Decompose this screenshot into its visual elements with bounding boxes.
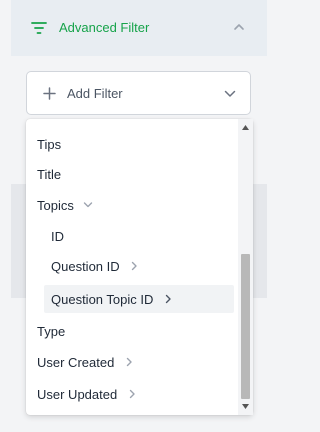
menu-item-tips[interactable]: Tips bbox=[37, 131, 247, 157]
page-title: Advanced Filter bbox=[59, 20, 150, 35]
menu-item-label: Tips bbox=[37, 136, 62, 152]
menu-item-question-topic-id[interactable]: Question Topic ID bbox=[51, 286, 261, 312]
chevron-down-icon bbox=[224, 90, 236, 97]
chevron-right-icon[interactable] bbox=[163, 294, 173, 304]
chevron-up-icon[interactable] bbox=[233, 21, 245, 33]
menu-item-type[interactable]: Type bbox=[37, 318, 247, 344]
menu-item-label: User Created bbox=[37, 354, 115, 370]
menu-item-label: Title bbox=[37, 166, 62, 182]
add-filter-label: Add Filter bbox=[67, 86, 123, 101]
menu-item-label: Type bbox=[37, 323, 66, 339]
menu-item-user-created[interactable]: User Created bbox=[37, 349, 247, 375]
chevron-right-icon[interactable] bbox=[127, 389, 137, 399]
menu-item-label: Question Topic ID bbox=[51, 291, 154, 307]
advanced-filter-header[interactable]: Advanced Filter bbox=[11, 0, 267, 56]
scroll-up-arrow-icon[interactable] bbox=[242, 125, 249, 130]
scrollbar-thumb[interactable] bbox=[241, 254, 250, 399]
chevron-right-icon[interactable] bbox=[129, 261, 139, 271]
menu-scrollbar[interactable] bbox=[238, 119, 253, 415]
menu-item-question-id[interactable]: Question ID bbox=[51, 253, 261, 279]
menu-item-id[interactable]: ID bbox=[51, 223, 261, 249]
chevron-down-icon[interactable] bbox=[83, 200, 93, 210]
menu-item-label: Topics bbox=[37, 197, 74, 213]
add-filter-select[interactable]: Add Filter bbox=[26, 71, 251, 115]
menu-item-title[interactable]: Title bbox=[37, 161, 247, 187]
menu-item-user-updated[interactable]: User Updated bbox=[37, 381, 247, 407]
menu-item-label: Question ID bbox=[51, 258, 120, 274]
filter-icon bbox=[31, 22, 47, 34]
menu-item-label: User Updated bbox=[37, 386, 118, 402]
filter-field-menu: Tips Title Topics ID Question ID Questio… bbox=[26, 119, 253, 415]
menu-item-label: ID bbox=[51, 228, 64, 244]
plus-icon bbox=[43, 87, 56, 100]
menu-item-topics[interactable]: Topics bbox=[37, 192, 247, 218]
scroll-down-arrow-icon[interactable] bbox=[242, 404, 249, 409]
chevron-right-icon[interactable] bbox=[124, 357, 134, 367]
